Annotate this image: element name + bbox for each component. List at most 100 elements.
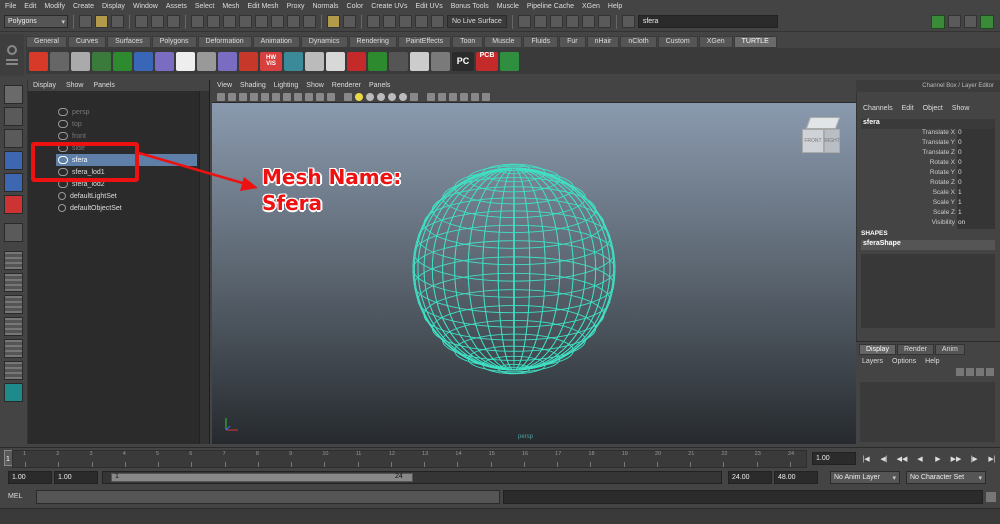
view-cube-front-face[interactable]: FRONT <box>802 129 824 153</box>
edit-menu[interactable]: Edit <box>902 105 914 112</box>
menu-assets[interactable]: Assets <box>166 3 187 10</box>
go-to-start-icon[interactable]: |◀ <box>858 453 874 465</box>
shelf-tool-icon[interactable] <box>176 51 195 71</box>
playback-end-field[interactable]: 24.00 <box>728 471 772 484</box>
view-cube-right-face[interactable]: RIGHT <box>824 129 840 153</box>
menu-mesh[interactable]: Mesh <box>222 3 239 10</box>
show-menu[interactable]: Show <box>952 105 970 112</box>
select-object-icon[interactable] <box>151 15 164 28</box>
menu-normals[interactable]: Normals <box>312 3 338 10</box>
range-slider-handle[interactable] <box>111 473 413 482</box>
gear-icon[interactable] <box>7 45 17 55</box>
mudbox-icon[interactable] <box>4 383 23 402</box>
tab-render[interactable]: Render <box>896 344 934 355</box>
highlight-selection-icon[interactable] <box>343 15 356 28</box>
menu-select[interactable]: Select <box>195 3 214 10</box>
pick-deformations-icon[interactable] <box>255 15 268 28</box>
layers-menu[interactable]: Layers <box>862 358 883 365</box>
pick-surfaces-icon[interactable] <box>239 15 252 28</box>
outliner-menu-display[interactable]: Display <box>33 82 56 89</box>
menu-edit[interactable]: Edit <box>24 3 36 10</box>
play-backwards-icon[interactable]: ◀ <box>912 453 928 465</box>
tab-surfaces[interactable]: Surfaces <box>107 36 151 48</box>
menu-color[interactable]: Color <box>347 3 364 10</box>
move-tool-icon[interactable] <box>4 151 23 170</box>
render-current-frame-icon[interactable] <box>549 15 563 28</box>
object-menu[interactable]: Object <box>923 105 943 112</box>
viewport-menu-shading[interactable]: Shading <box>240 82 266 89</box>
anim-end-field[interactable]: 48.00 <box>774 471 818 484</box>
viewport-menu-panels[interactable]: Panels <box>369 82 390 89</box>
lock-selection-icon[interactable] <box>327 15 340 28</box>
construction-history-icon[interactable] <box>517 15 531 28</box>
four-view-layout-icon[interactable] <box>4 273 23 292</box>
safe-action-icon[interactable] <box>316 92 324 101</box>
character-set-dropdown[interactable]: No Character Set <box>906 471 986 484</box>
channel-row[interactable]: Scale Z1 <box>861 209 995 219</box>
shelf-tool-icon[interactable] <box>113 51 132 71</box>
tab-rendering[interactable]: Rendering <box>348 36 397 48</box>
pick-misc-icon[interactable] <box>303 15 316 28</box>
shelf-tool-icon[interactable] <box>284 51 303 71</box>
shelf-tool-icon[interactable]: PCB <box>476 51 498 71</box>
toggle-tool-settings-icon[interactable] <box>964 15 977 28</box>
safe-title-icon[interactable] <box>327 92 335 101</box>
tab-general[interactable]: General <box>26 36 67 48</box>
menu-proxy[interactable]: Proxy <box>287 3 305 10</box>
select-hierarchy-icon[interactable] <box>135 15 148 28</box>
channel-value[interactable]: 1 <box>957 199 995 209</box>
play-forwards-icon[interactable]: ▶ <box>930 453 946 465</box>
camera-attributes-icon[interactable] <box>228 92 236 101</box>
snap-view-plane-icon[interactable] <box>415 15 428 28</box>
menu-edit-mesh[interactable]: Edit Mesh <box>247 3 278 10</box>
move-layer-up-icon[interactable] <box>956 368 964 376</box>
shelf-tool-icon[interactable] <box>50 51 69 71</box>
tab-curves[interactable]: Curves <box>67 36 107 48</box>
render-view-icon[interactable] <box>533 15 547 28</box>
hypershade-icon[interactable] <box>597 15 611 28</box>
tab-deformation[interactable]: Deformation <box>197 36 252 48</box>
menu-help[interactable]: Help <box>608 3 622 10</box>
tab-dynamics[interactable]: Dynamics <box>300 36 348 48</box>
tab-painteffects[interactable]: PaintEffects <box>397 36 452 48</box>
film-gate-icon[interactable] <box>272 92 280 101</box>
shelf-tool-icon[interactable]: HW VIS <box>260 51 282 71</box>
quick-select-field[interactable]: sfera <box>637 15 778 28</box>
shelf-tool-icon[interactable] <box>197 51 216 71</box>
shelf-tool-icon[interactable] <box>431 51 450 71</box>
tab-turtle[interactable]: TURTLE <box>733 36 777 48</box>
menu-modify[interactable]: Modify <box>44 3 65 10</box>
menu-xgen[interactable]: XGen <box>582 3 600 10</box>
grid-icon[interactable] <box>261 92 269 101</box>
new-layer-from-selection-icon[interactable] <box>986 368 994 376</box>
tab-nhair[interactable]: nHair <box>586 36 620 48</box>
time-ruler[interactable]: 1 2 3 4 5 6 7 8 9 10 11 12 13 14 15 16 17 18 19 20 21 22 23 24 <box>12 450 807 468</box>
shelf-menu-icon[interactable] <box>6 59 18 65</box>
shape-node-name[interactable]: sferaShape <box>861 240 995 250</box>
toggle-channel-box-icon[interactable] <box>980 14 994 29</box>
command-input[interactable] <box>36 490 500 504</box>
step-forward-key-icon[interactable]: |▶ <box>966 453 982 465</box>
lasso-tool-icon[interactable] <box>4 107 23 126</box>
channel-row[interactable]: Rotate Z0 <box>861 179 995 189</box>
menu-set-dropdown[interactable]: Polygons <box>4 15 68 28</box>
xray-icon[interactable] <box>344 92 352 101</box>
current-time-field[interactable]: 1.00 <box>812 452 856 465</box>
new-scene-icon[interactable] <box>79 15 92 28</box>
channel-row[interactable]: Scale X1 <box>861 189 995 199</box>
pick-rendering-icon[interactable] <box>287 15 300 28</box>
select-component-icon[interactable] <box>167 15 180 28</box>
textured-icon[interactable] <box>377 92 385 101</box>
ipr-render-icon[interactable] <box>565 15 579 28</box>
select-tool-icon[interactable] <box>4 85 23 104</box>
tab-xgen[interactable]: XGen <box>698 36 733 48</box>
shelf-tool-icon[interactable] <box>347 51 366 71</box>
outliner-item[interactable]: defaultObjectSet <box>28 202 198 214</box>
tab-muscle[interactable]: Muscle <box>484 36 523 48</box>
viewport-menu-lighting[interactable]: Lighting <box>274 82 299 89</box>
aa-icon[interactable] <box>438 92 446 101</box>
channel-row[interactable]: Rotate Y0 <box>861 169 995 179</box>
single-perspective-layout-icon[interactable] <box>4 251 23 270</box>
view-cube[interactable]: FRONT RIGHT <box>802 117 842 157</box>
channel-value[interactable]: 0 <box>957 169 995 179</box>
